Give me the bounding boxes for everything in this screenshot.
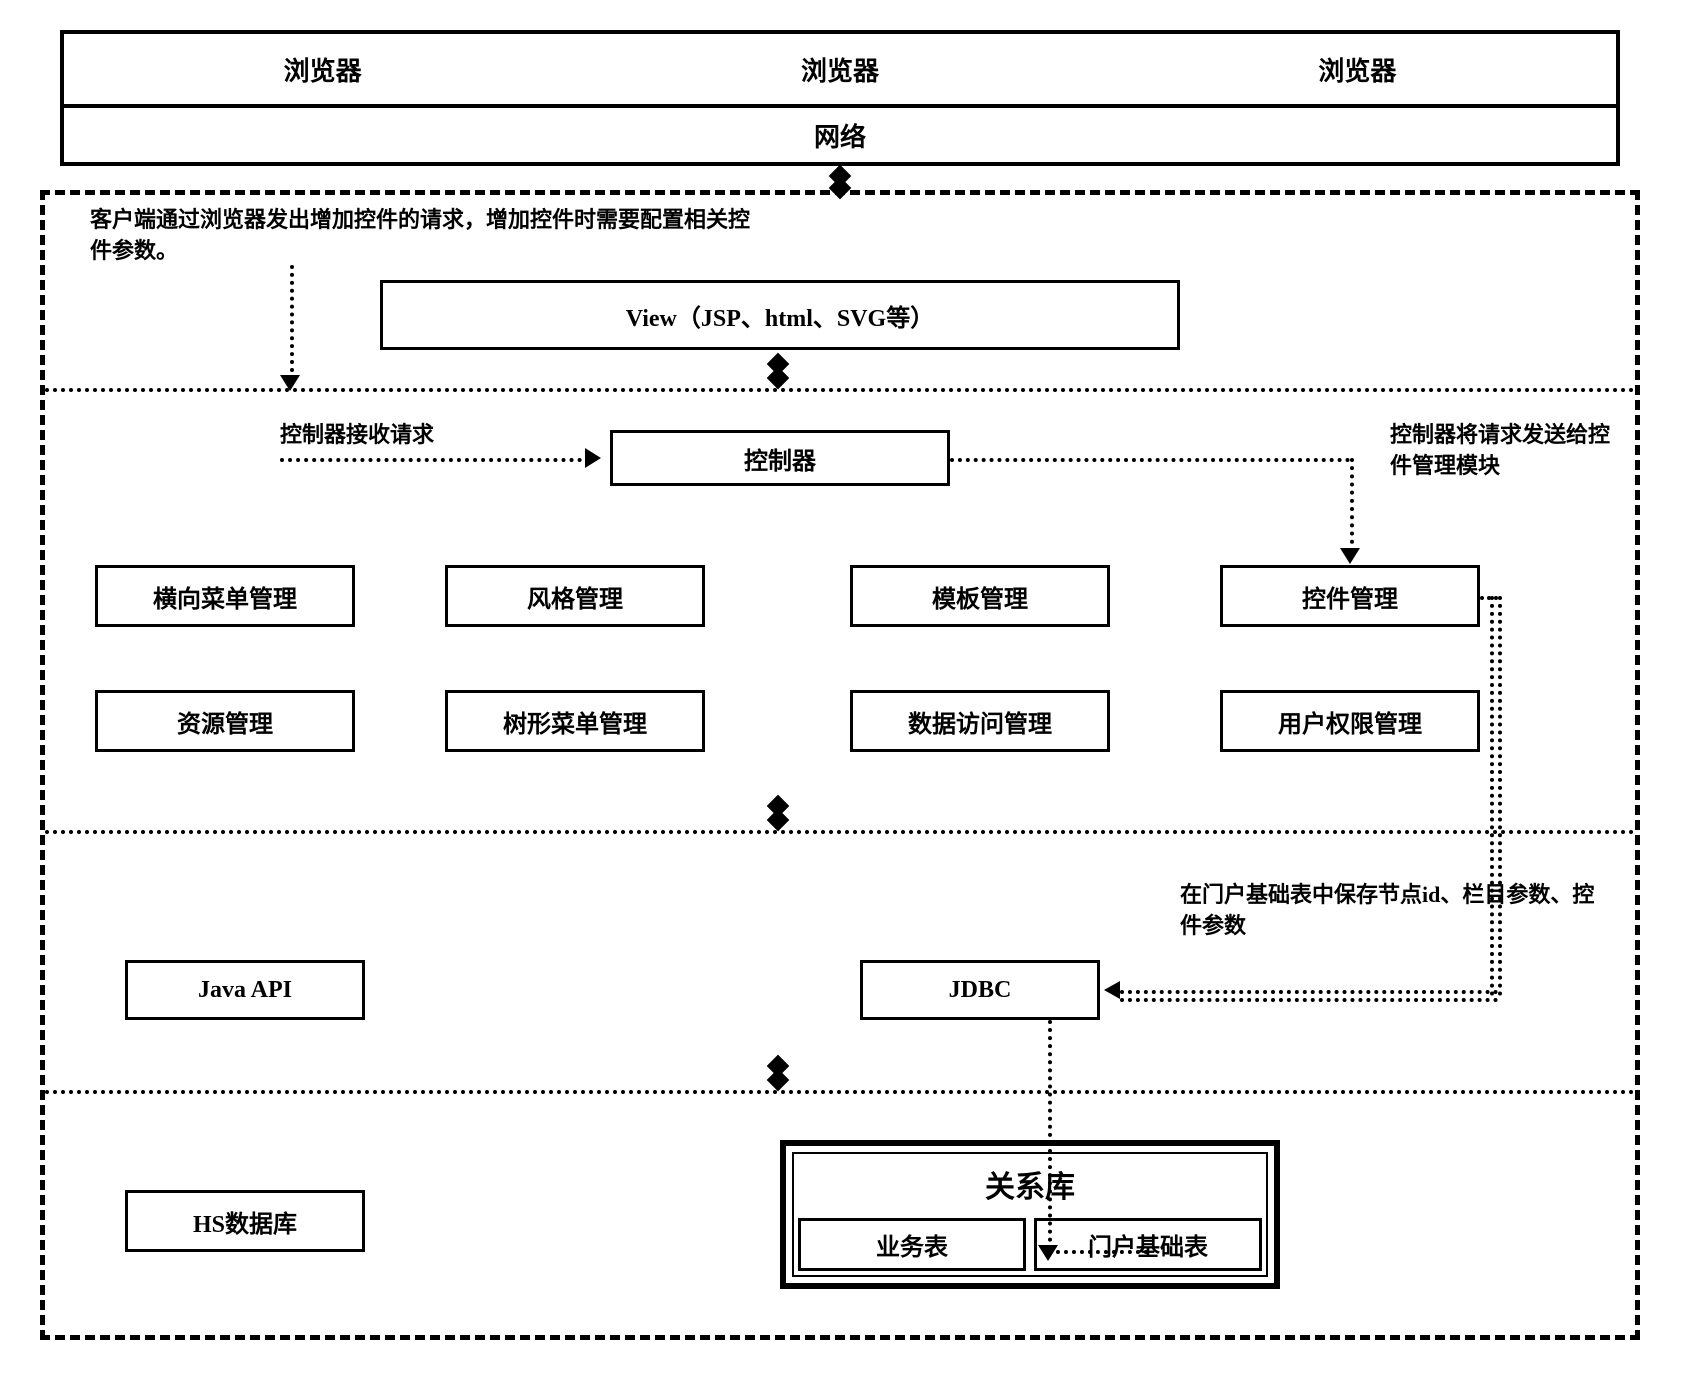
module-user-perm: 用户权限管理: [1220, 690, 1480, 752]
relation-db-title: 关系库: [794, 1154, 1266, 1214]
module-treemenu: 树形菜单管理: [445, 690, 705, 752]
arrow: [290, 265, 294, 380]
arrow: [1480, 596, 1498, 600]
architecture-diagram: 浏览器 浏览器 浏览器 网络 客户端通过浏览器发出增加控件的请求，增加控件时需要…: [20, 20, 1666, 1356]
arrow: [280, 458, 590, 462]
controller-left-note: 控制器接收请求: [280, 420, 434, 451]
arrow-head: [585, 448, 601, 468]
arrow-head: [1340, 548, 1360, 564]
controller-box: 控制器: [610, 430, 950, 486]
browser-2: 浏览器: [581, 34, 1098, 104]
module-data-access: 数据访问管理: [850, 690, 1110, 752]
java-api-box: Java API: [125, 960, 365, 1020]
arrow: [1350, 458, 1354, 552]
layer-separator: [45, 388, 1635, 392]
module-widget: 控件管理: [1220, 565, 1480, 627]
arrow: [950, 458, 1350, 462]
network-box: 网络: [60, 108, 1620, 166]
layer-separator: [45, 1090, 1635, 1094]
portal-base-table: 门户基础表: [1034, 1218, 1262, 1271]
module-style: 风格管理: [445, 565, 705, 627]
module-resource: 资源管理: [95, 690, 355, 752]
module-hmenu: 横向菜单管理: [95, 565, 355, 627]
browser-1: 浏览器: [64, 34, 581, 104]
hs-db-box: HS数据库: [125, 1190, 365, 1252]
jdbc-box: JDBC: [860, 960, 1100, 1020]
layer-separator: [45, 830, 1635, 834]
relation-db-box: 关系库 业务表 门户基础表: [780, 1140, 1280, 1289]
api-note: 在门户基础表中保存节点id、栏目参数、控件参数: [1180, 880, 1610, 942]
arrow: [1120, 998, 1498, 1002]
biz-table: 业务表: [798, 1218, 1026, 1271]
module-template: 模板管理: [850, 565, 1110, 627]
view-note: 客户端通过浏览器发出增加控件的请求，增加控件时需要配置相关控件参数。: [90, 205, 770, 267]
view-box: View（JSP、html、SVG等）: [380, 280, 1180, 350]
controller-right-note: 控制器将请求发送给控件管理模块: [1390, 420, 1620, 482]
arrow: [1120, 990, 1498, 994]
browsers-row: 浏览器 浏览器 浏览器: [60, 30, 1620, 108]
arrow-head: [1104, 981, 1120, 999]
browser-3: 浏览器: [1099, 34, 1616, 104]
